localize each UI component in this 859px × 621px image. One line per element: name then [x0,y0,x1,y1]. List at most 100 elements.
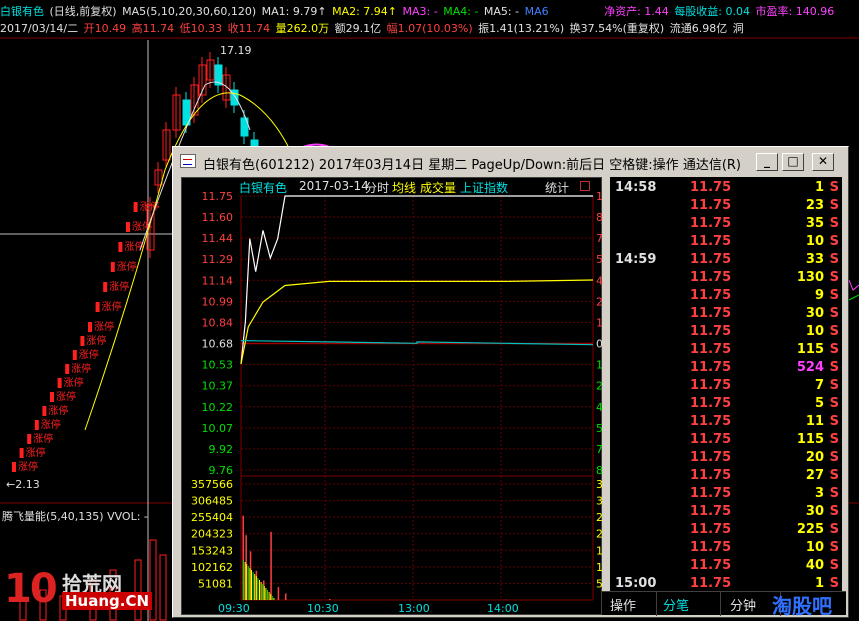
bar-high: 高11.74 [131,22,175,35]
volume-bar [243,560,244,600]
volume-axis-label: 306485 [191,495,233,508]
tick-side: S [829,306,839,321]
tick-side: S [829,576,839,591]
percent-axis-label: 4.29% [596,274,603,287]
tick-volume: 1 [814,180,824,195]
tick-volume: 115 [796,432,824,447]
tick-row[interactable]: 11.75 225 S [610,522,842,540]
tick-volume: 23 [805,198,824,213]
tick-price: 11.75 [690,216,732,231]
tick-row[interactable]: 11.75 40 S [610,558,842,576]
tick-row[interactable]: 11.75 7 S [610,378,842,396]
tick-row[interactable]: 11.75 9 S [610,288,842,306]
minimize-button[interactable]: _ [756,153,778,171]
limit-up-tag: 涨停 [79,348,99,361]
tab-ticks[interactable]: 分笔 [663,595,689,614]
header-date: 2017-03-14 [299,179,369,193]
volume-bar [270,594,272,600]
watermark-en: Huang.CN [62,592,153,610]
volume-bar [257,578,259,600]
tick-row[interactable]: 11.75 30 S [610,306,842,324]
tick-volume: 1 [814,576,824,591]
daily-candle [88,322,92,332]
bar-change: 幅1.07(10.03%) [386,22,473,35]
daily-ohlc-bar: 2017/03/14/二 开10.49 高11.74 低10.33 收11.74… [0,20,859,36]
tick-row[interactable]: 11.75 10 S [610,324,842,342]
tick-volume: 10 [805,234,824,249]
limit-up-tag: 涨停 [71,362,91,375]
tick-price: 11.75 [690,252,732,267]
tick-row[interactable]: 11.75 10 S [610,540,842,558]
tick-row[interactable]: 11.75 524 S [610,360,842,378]
volume-axis-label: 51081 [596,577,603,590]
price-axis-label: 10.99 [202,295,234,308]
time-axis-label: 10:30 [307,602,339,615]
tick-volume: 30 [805,504,824,519]
tick-row[interactable]: 11.75 3 S [610,486,842,504]
volume-bar [247,566,249,600]
tick-side: S [829,504,839,519]
tick-volume: 20 [805,450,824,465]
tick-time: 14:59 [615,252,657,267]
tick-list[interactable]: 14:58 11.75 1 S 11.75 23 S 11.75 35 S 11.75 10 S 14:5… [610,177,842,591]
tick-row[interactable]: 14:58 11.75 1 S [610,180,842,198]
daily-info-bar: 白银有色 (日线,前复权) MA5(5,10,20,30,60,120) MA1… [0,3,859,19]
daily-candle [34,420,39,430]
tick-side: S [829,450,839,465]
tick-row[interactable]: 11.75 23 S [610,198,842,216]
tick-price: 11.75 [690,360,732,375]
daily-candle [133,202,138,212]
time-axis-label: 13:00 [398,602,430,615]
percent-axis-label: 7.16% [596,232,603,245]
volume-bar [254,574,256,600]
tick-row[interactable]: 14:59 11.75 33 S [610,252,842,270]
tick-price: 11.75 [690,486,732,501]
volume-axis-label: 153243 [191,544,233,557]
tick-time: 14:58 [615,180,657,195]
stats-button[interactable]: 统计 [545,179,569,196]
tab-operations[interactable]: 操作 [610,595,636,614]
volume-bar [277,587,280,600]
tick-volume: 9 [814,288,824,303]
daily-candle [42,406,47,416]
chart-mode: (日线,前复权) [49,5,117,18]
tick-volume: 524 [796,360,824,375]
tick-row[interactable]: 11.75 115 S [610,342,842,360]
intraday-chart-panel[interactable]: 11.7510.02%11.608.59%11.447.16%11.295.72… [181,177,603,615]
tick-row[interactable]: 11.75 5 S [610,396,842,414]
tick-row[interactable]: 11.75 20 S [610,450,842,468]
tick-volume: 115 [796,342,824,357]
stats-toggle-icon[interactable] [580,181,590,191]
maximize-button[interactable]: □ [782,153,804,171]
tick-row[interactable]: 11.75 10 S [610,234,842,252]
volume-bar [255,576,257,600]
tick-price: 11.75 [690,342,732,357]
tick-volume: 7 [814,378,824,393]
tick-row[interactable]: 11.75 115 S [610,432,842,450]
limit-up-tag: 涨停 [18,460,38,473]
tick-row[interactable]: 11.75 30 S [610,504,842,522]
tick-row[interactable]: 11.75 11 S [610,414,842,432]
tick-volume: 3 [814,486,824,501]
volume-bar [263,586,265,600]
eps: 每股收益: 0.04 [674,5,751,18]
tick-volume: 10 [805,540,824,555]
volume-bar [270,531,272,600]
tick-time: 15:00 [615,576,657,591]
tick-row[interactable]: 11.75 27 S [610,468,842,486]
stock-name[interactable]: 白银有色 [0,5,44,18]
tick-price: 11.75 [690,324,732,339]
daily-candle [12,462,16,472]
close-button[interactable]: ✕ [812,153,834,171]
volume-axis-label: 357566 [596,478,603,491]
volume-bar [285,593,287,600]
tab-minutes[interactable]: 分钟 [730,595,756,614]
volume-bar [252,572,254,600]
tick-side: S [829,198,839,213]
price-axis-label: 10.53 [202,359,234,372]
popup-titlebar[interactable]: 白银有色(601212) 2017年03月14日 星期二 PageUp/Down… [175,149,846,175]
volume-axis-label: 306485 [596,495,603,508]
tick-row[interactable]: 11.75 35 S [610,216,842,234]
tick-row[interactable]: 11.75 130 S [610,270,842,288]
volume-axis-label: 357566 [191,478,233,491]
